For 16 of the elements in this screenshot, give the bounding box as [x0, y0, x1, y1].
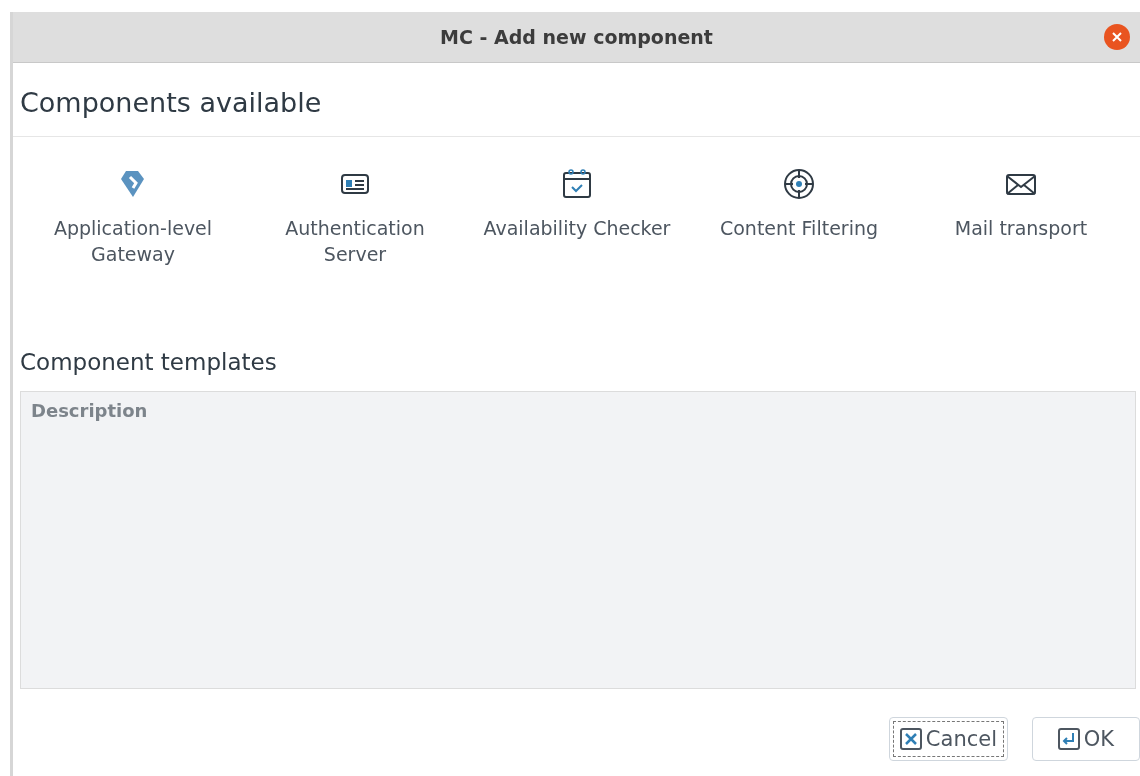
- component-item[interactable]: Authentication Server: [255, 215, 455, 267]
- description-label: Description: [31, 400, 148, 421]
- cancel-button[interactable]: Cancel: [888, 717, 1008, 761]
- component-item[interactable]: Application-level Gateway: [33, 215, 233, 267]
- target-icon: [782, 167, 816, 201]
- section-heading: Components available: [13, 63, 1140, 137]
- component-item[interactable]: Mail transport: [921, 215, 1121, 241]
- ok-button[interactable]: OK: [1032, 717, 1140, 761]
- window-title: MC - Add new component: [440, 26, 713, 48]
- section-heading: Component templates: [19, 348, 278, 377]
- component-item[interactable]: Availability Checker: [477, 215, 677, 241]
- calendar-check-icon: [560, 167, 594, 201]
- component-item[interactable]: Content Filtering: [699, 215, 899, 241]
- close-icon[interactable]: [1104, 24, 1130, 50]
- close-icon: [899, 728, 922, 750]
- enter-icon: [1057, 728, 1080, 750]
